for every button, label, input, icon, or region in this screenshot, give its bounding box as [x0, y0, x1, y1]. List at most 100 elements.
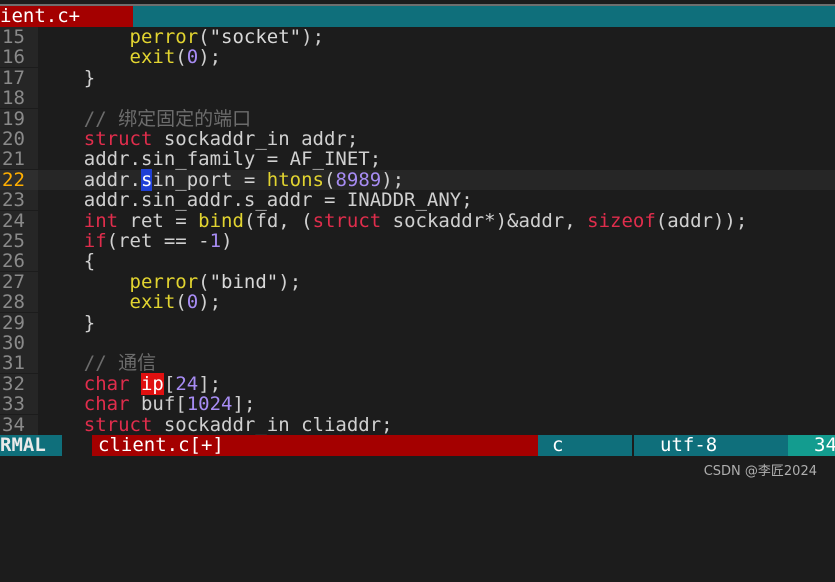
code-token: sockaddr_in addr; — [152, 128, 359, 150]
code-token: ret = — [118, 209, 199, 232]
line-code: struct sockaddr_in cliaddr; — [38, 415, 393, 435]
line-number: 30 — [0, 333, 38, 353]
line-number: 26 — [0, 251, 38, 272]
code-token: perror — [129, 270, 199, 293]
code-token: "bind" — [209, 270, 279, 293]
code-token: exit — [129, 291, 176, 314]
code-token: // 绑定固定的端口 — [83, 107, 252, 130]
status-position: 34 — [788, 435, 835, 456]
code-line[interactable]: 34 struct sockaddr_in cliaddr; — [0, 414, 835, 435]
code-token: ); — [301, 27, 325, 48]
line-code: exit(0); — [38, 291, 222, 314]
line-number: 24 — [0, 210, 38, 231]
line-code: } — [38, 68, 95, 88]
code-token: char — [83, 372, 130, 395]
code-line[interactable]: 26 { — [0, 251, 835, 272]
line-number: 25 — [0, 231, 38, 251]
code-token: ( — [175, 46, 187, 69]
code-token: bind — [198, 209, 244, 232]
line-number: 28 — [0, 292, 38, 313]
code-token: "socket" — [209, 27, 302, 48]
code-line[interactable]: 17 } — [0, 67, 835, 88]
line-code: addr.sin_addr.s_addr = INADDR_ANY; — [38, 190, 473, 210]
code-token: 24 — [175, 372, 199, 395]
code-token: ); — [381, 168, 405, 191]
line-code: addr.sin_port = htons(8989); — [38, 168, 405, 191]
code-token: htons — [266, 168, 324, 191]
line-code: perror("socket"); — [38, 27, 325, 48]
code-token: { — [38, 250, 96, 273]
status-gap — [62, 435, 92, 456]
code-line[interactable]: 21 addr.sin_family = AF_INET; — [0, 149, 835, 170]
code-line[interactable]: 31 // 通信 — [0, 353, 835, 374]
code-token: struct — [312, 209, 382, 232]
code-token: 1 — [209, 230, 222, 252]
line-code: if(ret == -1) — [38, 231, 233, 251]
code-line[interactable]: 15 perror("socket"); — [0, 27, 835, 47]
statusline: RMAL client.c[+] c utf-8 34 — [0, 435, 835, 456]
tabline: ient.c+ — [0, 0, 835, 27]
code-line[interactable]: 27 perror("bind"); — [0, 270, 835, 293]
line-number: 23 — [0, 190, 38, 211]
code-token: (addr)); — [655, 209, 748, 232]
code-token: } — [38, 311, 96, 334]
line-number: 19 — [0, 108, 38, 129]
code-line[interactable]: 30 — [0, 333, 835, 353]
code-token: 8989 — [335, 168, 382, 191]
code-token: if — [83, 230, 107, 252]
code-token: int — [83, 209, 119, 232]
line-code: char ip[24]; — [38, 372, 221, 395]
line-code: exit(0); — [38, 46, 222, 69]
code-line[interactable]: 33 char buf[1024]; — [0, 393, 835, 416]
code-line[interactable]: 29 } — [0, 312, 835, 333]
code-line[interactable]: 16 exit(0); — [0, 46, 835, 69]
tab-client-c[interactable]: ient.c+ — [0, 6, 133, 27]
code-line[interactable]: 20 struct sockaddr_in addr; — [0, 129, 835, 149]
code-token: ( — [198, 27, 210, 48]
status-encoding: utf-8 — [632, 435, 788, 456]
code-token: in_port = — [152, 168, 267, 191]
code-token: exit — [129, 46, 176, 69]
code-token: ); — [198, 291, 222, 314]
code-token: 0 — [186, 291, 199, 314]
line-number: 27 — [0, 271, 38, 292]
code-token: } — [38, 66, 96, 89]
line-code: // 通信 — [38, 353, 156, 373]
editor-buffer[interactable]: 15 perror("socket"); 16 exit(0); 17 } 18 19 … — [0, 27, 835, 435]
code-line[interactable]: 32 char ip[24]; — [0, 372, 835, 395]
line-number: 31 — [0, 353, 38, 374]
line-code: { — [38, 251, 95, 271]
code-token: ( — [324, 168, 336, 191]
code-token: sockaddr*)&addr, — [381, 209, 588, 232]
code-line[interactable]: 28 exit(0); — [0, 291, 835, 314]
tabline-fill — [133, 6, 835, 27]
code-line[interactable]: 23 addr.sin_addr.s_addr = INADDR_ANY; — [0, 190, 835, 211]
code-line[interactable]: 18 — [0, 88, 835, 109]
code-token: 0 — [186, 46, 199, 69]
code-token: 1024 — [186, 393, 233, 416]
code-line[interactable]: 19 // 绑定固定的端口 — [0, 108, 835, 129]
line-number: 16 — [0, 47, 38, 68]
line-code: int ret = bind(fd, (struct sockaddr*)&ad… — [38, 209, 748, 232]
status-filename: client.c[+] — [92, 435, 538, 456]
code-token: // 通信 — [83, 352, 157, 375]
line-code: perror("bind"); — [38, 270, 302, 293]
line-code: } — [38, 313, 95, 333]
code-line[interactable]: 25 if(ret == -1) — [0, 231, 835, 251]
line-code: // 绑定固定的端口 — [38, 109, 251, 129]
line-code: char buf[1024]; — [38, 393, 256, 416]
line-number: 34 — [0, 414, 38, 435]
code-line[interactable]: 22 addr.sin_port = htons(8989); — [0, 168, 835, 191]
code-token: char — [83, 393, 130, 416]
code-line[interactable]: 24 int ret = bind(fd, (struct sockaddr*)… — [0, 209, 835, 232]
code-token: ); — [198, 46, 222, 69]
